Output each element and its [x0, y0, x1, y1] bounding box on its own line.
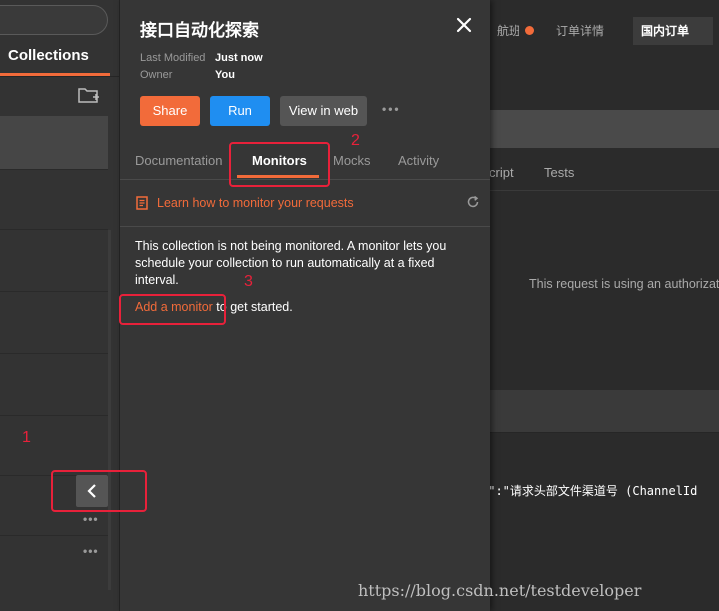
more-options-icon[interactable]: •••	[382, 102, 401, 116]
search-input[interactable]	[0, 5, 108, 35]
tab-activity[interactable]: Activity	[398, 153, 439, 168]
annotation-number: 2	[351, 132, 360, 149]
collection-item[interactable]	[0, 292, 108, 354]
auth-message: This request is using an authorizat	[529, 277, 719, 291]
divider	[120, 226, 490, 227]
divider	[489, 432, 719, 433]
collection-title: 接口自动化探索	[140, 21, 259, 40]
annotation-number: 1	[22, 429, 31, 446]
unsaved-dot-icon	[525, 26, 534, 35]
response-bar	[489, 390, 719, 432]
app-window: Collections ••• ••• 航班 订单详情 国内订单 cript T…	[0, 0, 719, 611]
learn-monitor-link[interactable]: Learn how to monitor your requests	[157, 196, 354, 210]
response-body-line: e":"请求头部文件渠道号 (ChannelId	[481, 484, 698, 498]
collection-item[interactable]	[0, 230, 108, 292]
annotation-box	[51, 470, 147, 512]
more-options-icon[interactable]: •••	[83, 544, 99, 558]
tab-mocks[interactable]: Mocks	[333, 153, 371, 168]
watermark: https://blog.csdn.net/testdeveloper	[358, 581, 642, 600]
tab-collections[interactable]: Collections	[0, 40, 110, 72]
book-icon	[136, 196, 148, 210]
scrollbar[interactable]	[108, 230, 111, 590]
collection-item-selected[interactable]	[0, 116, 108, 170]
more-options-icon[interactable]: •••	[83, 512, 99, 526]
main-area	[489, 0, 719, 611]
url-bar[interactable]	[489, 110, 719, 148]
divider	[489, 190, 719, 191]
divider	[0, 76, 120, 77]
collection-item[interactable]	[0, 416, 108, 476]
owner-label: Owner	[140, 69, 173, 81]
tab-documentation[interactable]: Documentation	[135, 153, 222, 168]
annotation-box	[229, 142, 330, 187]
close-icon[interactable]	[455, 16, 473, 34]
share-button[interactable]: Share	[140, 96, 200, 126]
new-folder-icon[interactable]	[77, 85, 101, 105]
annotation-number: 3	[244, 273, 253, 290]
tab-tests[interactable]: Tests	[544, 165, 574, 180]
collection-item[interactable]	[0, 170, 108, 230]
request-tab[interactable]: 订单详情	[548, 17, 628, 45]
last-modified-value: Just now	[215, 52, 263, 64]
owner-value: You	[215, 69, 235, 81]
monitor-description: This collection is not being monitored. …	[135, 239, 447, 287]
run-button[interactable]: Run	[210, 96, 270, 126]
last-modified-label: Last Modified	[140, 52, 206, 64]
view-in-web-button[interactable]: View in web	[280, 96, 367, 126]
refresh-icon[interactable]	[466, 195, 480, 209]
tab-prerequest-script[interactable]: cript	[489, 165, 514, 180]
sidebar: Collections ••• •••	[0, 0, 120, 611]
collection-item[interactable]	[0, 354, 108, 416]
annotation-box	[119, 294, 226, 325]
request-tab-active[interactable]: 国内订单	[633, 17, 713, 45]
request-tab[interactable]: 航班	[489, 17, 519, 45]
